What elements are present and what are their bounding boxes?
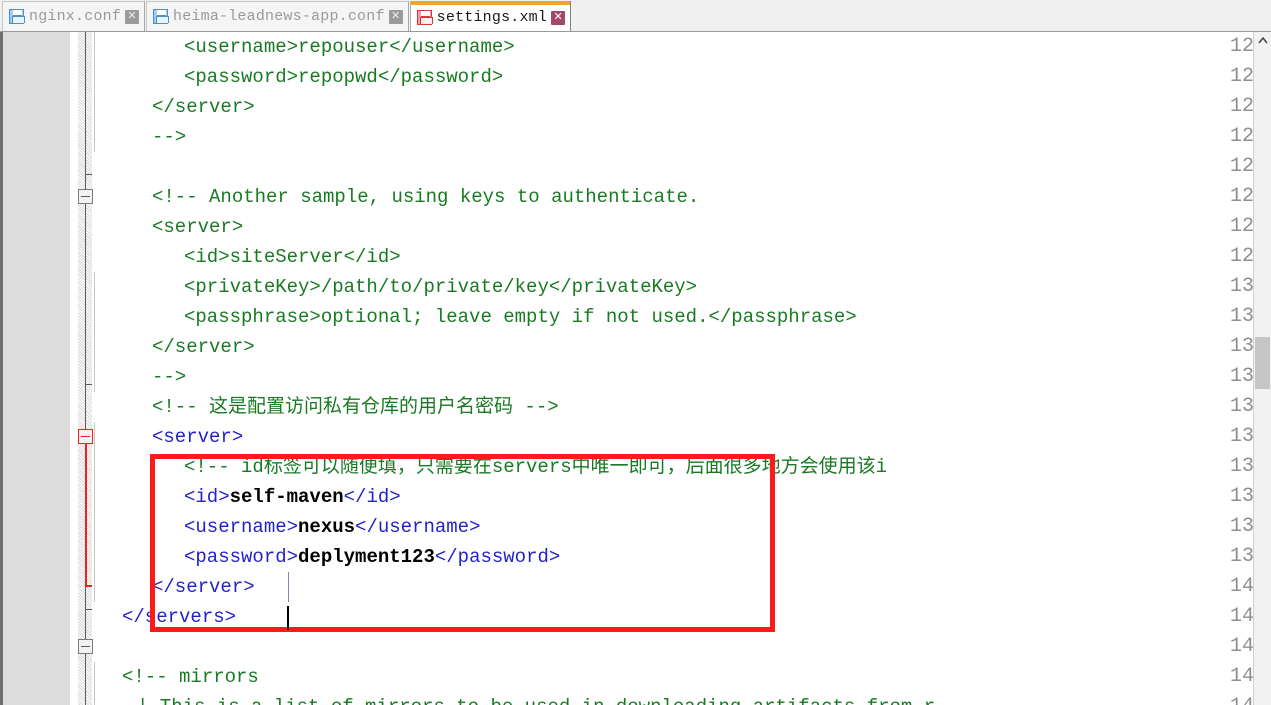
code-text-area[interactable]: <username>repouser</username> <password>r… [92, 32, 1240, 705]
code-token-cmt: <privateKey>/path/to/private/key</privat… [184, 276, 698, 298]
code-line[interactable]: </server> [92, 92, 255, 122]
code-token-cmt: --> [152, 366, 187, 388]
text-caret [287, 606, 289, 630]
code-line[interactable]: </servers> [92, 602, 236, 632]
scrollbar-thumb[interactable] [1255, 337, 1270, 389]
fold-tick-125 [85, 174, 92, 175]
code-line[interactable]: </server> [92, 332, 255, 362]
floppy-save-icon [416, 10, 433, 25]
code-token-cmt: <password>repopwd</password> [184, 66, 504, 88]
fold-tick-133 [85, 384, 92, 385]
code-token-tag: </servers> [122, 606, 237, 628]
floppy-save-icon [153, 9, 170, 24]
tab-label: nginx.conf [29, 8, 122, 25]
code-line[interactable]: <server> [92, 212, 243, 242]
code-line[interactable]: <password>repopwd</password> [92, 62, 503, 92]
code-token-tag: <id> [184, 486, 230, 508]
fold-guide-line [85, 32, 86, 705]
code-line[interactable]: <id>self-maven</id> [92, 482, 401, 512]
code-line[interactable]: | This is a list of mirrors to be used i… [92, 692, 935, 705]
code-token-cmt: </server> [152, 96, 255, 118]
fold-range-indicator [85, 444, 87, 586]
code-token-cmt: <!-- mirrors [122, 666, 259, 688]
code-token-cmt: <username>repouser</username> [184, 36, 515, 58]
code-token-cmt: <!-- id标签可以随便填，只需要在servers中唯一即可，后面很多地方会使… [184, 456, 888, 478]
floppy-save-icon [9, 9, 25, 24]
chevron-up-icon [1257, 37, 1268, 44]
code-token-tag: </server> [152, 576, 255, 598]
line-number-gutter [3, 32, 70, 705]
tab-label: heima-leadnews-app.conf [173, 8, 385, 25]
tab-label: settings.xml [436, 9, 548, 26]
code-token-tag: <server> [152, 426, 244, 448]
code-line[interactable]: <server> [92, 422, 243, 452]
code-token-cmt: <server> [152, 216, 244, 238]
fold-tick-140 [85, 585, 92, 587]
code-token-txt: self-maven [229, 486, 344, 508]
code-token-txt: deplyment123 [298, 546, 435, 568]
code-line[interactable]: <privateKey>/path/to/private/key</privat… [92, 272, 697, 302]
tab-heima-leadnews-app-conf[interactable]: heima-leadnews-app.conf ✕ [146, 1, 409, 31]
code-token-cmt: </server> [152, 336, 255, 358]
fold-toggle-143[interactable] [78, 639, 93, 654]
code-line[interactable]: <!-- id标签可以随便填，只需要在servers中唯一即可，后面很多地方会使… [92, 452, 887, 482]
code-token-tag: </password> [434, 546, 561, 568]
gutter-separator [70, 32, 78, 705]
tab-nginx-conf[interactable]: nginx.conf ✕ [2, 1, 146, 31]
code-line[interactable]: <!-- mirrors [92, 662, 259, 692]
code-line[interactable]: <username>repouser</username> [92, 32, 515, 62]
code-line[interactable]: </server> [92, 572, 255, 602]
code-token-txt: nexus [298, 516, 356, 538]
vertical-scrollbar[interactable] [1253, 32, 1271, 705]
code-line[interactable]: --> [92, 362, 186, 392]
code-token-tag: <username> [184, 516, 299, 538]
tab-bar: nginx.conf ✕ heima-leadnews-app.conf ✕ s… [0, 0, 1271, 32]
fold-tick-141 [85, 609, 92, 610]
code-line[interactable]: <username>nexus</username> [92, 512, 480, 542]
code-editor[interactable]: <username>repouser</username> <password>r… [0, 32, 1271, 705]
code-token-cmt: <passphrase>optional; leave empty if not… [184, 306, 857, 328]
tab-settings-xml[interactable]: settings.xml ✕ [409, 1, 572, 31]
code-token-cmt: | This is a list of mirrors to be used i… [137, 696, 935, 705]
code-line[interactable]: --> [92, 122, 186, 152]
indent-guide-active [288, 572, 289, 602]
close-icon[interactable]: ✕ [551, 10, 566, 25]
fold-toggle-135[interactable] [78, 429, 93, 444]
scroll-up-arrow-icon[interactable] [1254, 32, 1271, 49]
code-token-cmt: <id>siteServer</id> [184, 246, 401, 268]
code-line[interactable]: <id>siteServer</id> [92, 242, 401, 272]
code-line[interactable]: <password>deplyment123</password> [92, 542, 560, 572]
code-token-cmt: --> [152, 126, 187, 148]
code-token-cmt: <!-- Another sample, using keys to authe… [152, 186, 700, 208]
fold-toggle-127[interactable] [78, 189, 93, 204]
code-line[interactable]: <passphrase>optional; leave empty if not… [92, 302, 857, 332]
code-token-cmt: <!-- 这是配置访问私有仓库的用户名密码 --> [152, 396, 559, 418]
close-icon[interactable]: ✕ [388, 9, 403, 24]
code-line[interactable]: <!-- Another sample, using keys to authe… [92, 182, 699, 212]
close-icon[interactable]: ✕ [125, 9, 140, 24]
code-token-tag: <password> [184, 546, 299, 568]
code-token-tag: </username> [355, 516, 481, 538]
code-line[interactable]: <!-- 这是配置访问私有仓库的用户名密码 --> [92, 392, 559, 422]
code-token-tag: </id> [343, 486, 401, 508]
